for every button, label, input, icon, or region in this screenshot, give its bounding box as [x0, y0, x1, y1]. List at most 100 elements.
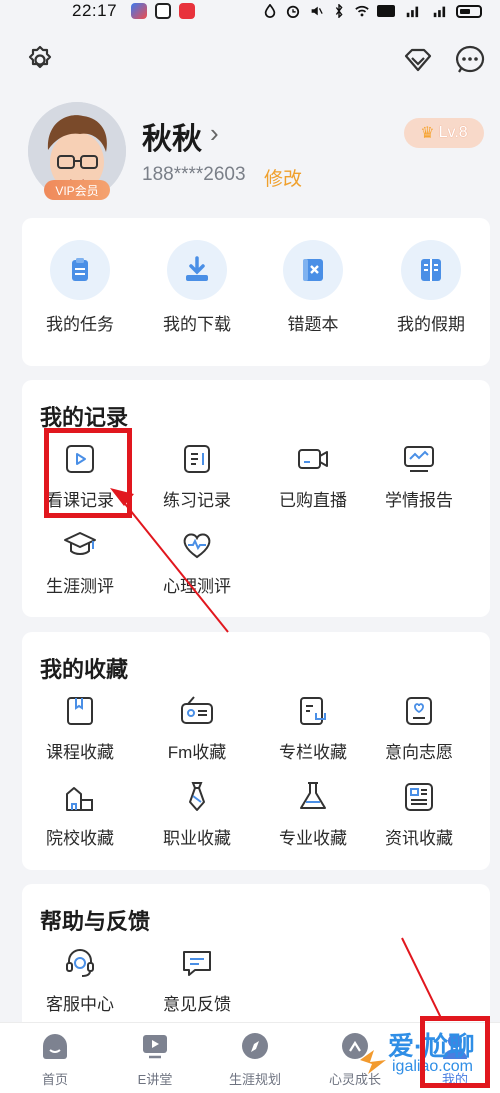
signal-4g-icon [433, 6, 446, 18]
level-badge[interactable]: ♛ Lv.8 [404, 118, 484, 148]
help-item-feedback[interactable]: 意见反馈 [142, 946, 252, 1015]
status-app-icons [131, 3, 196, 19]
top-bar [0, 38, 500, 82]
battery-icon [456, 4, 482, 18]
favorite-item-label: 专业收藏 [279, 829, 347, 848]
nav-home[interactable]: 首页 [10, 1031, 100, 1088]
quick-item-label: 我的下载 [163, 315, 231, 334]
record-item-label: 已购直播 [279, 491, 347, 510]
favorite-item-label: Fm收藏 [167, 743, 227, 762]
grad-cap-icon [64, 532, 96, 555]
help-item-service[interactable]: 客服中心 [25, 946, 135, 1015]
record-item-practice[interactable]: 练习记录 [142, 442, 252, 511]
diamond-icon[interactable] [402, 44, 434, 76]
favorite-item-label: 资讯收藏 [385, 829, 453, 848]
record-item-label: 生涯测评 [46, 577, 114, 596]
download-icon [167, 240, 227, 300]
monitor-chart-icon [404, 446, 434, 472]
signal-5g-icon [406, 6, 419, 18]
annotation-highlight-record [44, 428, 132, 518]
favorite-item-column[interactable]: 专栏收藏 [258, 694, 368, 763]
bookmark-book-icon [67, 697, 93, 725]
favorite-item-intent[interactable]: 意向志愿 [364, 694, 474, 763]
hd-icon [377, 5, 395, 17]
holiday-book-icon [401, 240, 461, 300]
quick-item-downloads[interactable]: 我的下载 [142, 240, 252, 335]
nav-label: E讲堂 [137, 1072, 173, 1087]
chevron-right-icon[interactable]: › [210, 118, 219, 149]
news-icon [405, 783, 433, 811]
favorite-item-label: 院校收藏 [46, 829, 114, 848]
quick-access-card: 我的任务 我的下载 错题本 我的假期 [22, 218, 490, 366]
favorite-item-major[interactable]: 专业收藏 [258, 780, 368, 849]
status-time: 22:17 [72, 1, 118, 20]
clipboard-icon [50, 240, 110, 300]
nav-e-lecture[interactable]: E讲堂 [110, 1031, 200, 1088]
column-doc-icon [300, 697, 326, 725]
favorites-card: 我的收藏 课程收藏 Fm收藏 专栏收藏 意向志愿 院校收藏 职业收藏 专业收藏 … [22, 632, 490, 870]
annotation-highlight-mine [420, 1016, 490, 1088]
phone-number: 188****2603 [142, 164, 246, 185]
help-item-label: 意见反馈 [163, 995, 231, 1014]
alarm-icon [286, 5, 300, 18]
school-icon [66, 787, 93, 811]
record-item-label: 练习记录 [163, 491, 231, 510]
heart-doc-icon [406, 697, 432, 725]
nav-career[interactable]: 生涯规划 [210, 1031, 300, 1088]
favorite-item-school[interactable]: 院校收藏 [25, 780, 135, 849]
record-item-psych[interactable]: 心理测评 [142, 528, 252, 597]
help-card: 帮助与反馈 客服中心 意见反馈 [22, 884, 490, 1034]
video-play-icon [143, 1035, 167, 1059]
flask-icon [300, 782, 326, 809]
quick-item-label: 我的任务 [46, 315, 114, 334]
record-item-live[interactable]: 已购直播 [258, 442, 368, 511]
status-bar: 22:17 [0, 0, 500, 22]
edit-phone-link[interactable]: 修改 [264, 164, 302, 191]
record-item-label: 学情报告 [385, 491, 453, 510]
error-book-icon [283, 240, 343, 300]
quick-item-error-book[interactable]: 错题本 [258, 240, 368, 335]
favorite-item-course[interactable]: 课程收藏 [25, 694, 135, 763]
crown-icon: ♛ [420, 125, 435, 142]
message-icon[interactable] [454, 44, 486, 76]
quick-item-tasks[interactable]: 我的任务 [25, 240, 135, 335]
status-indicators [262, 4, 482, 18]
taobao-icon [155, 3, 172, 19]
favorite-item-label: 课程收藏 [46, 743, 114, 762]
favorites-title: 我的收藏 [40, 657, 129, 682]
favorite-item-label: 职业收藏 [163, 829, 231, 848]
camera-icon [298, 449, 328, 469]
quick-item-label: 我的假期 [397, 315, 465, 334]
vip-badge: VIP会员 [44, 180, 110, 200]
radio-icon [181, 696, 213, 724]
level-text: Lv.8 [438, 124, 468, 141]
headset-icon [66, 949, 94, 977]
nav-label: 首页 [41, 1072, 68, 1087]
record-item-career[interactable]: 生涯测评 [25, 528, 135, 597]
chat-feedback-icon [183, 951, 211, 976]
heart-pulse-icon [183, 533, 211, 559]
home-icon [43, 1034, 67, 1059]
location-icon [264, 4, 276, 18]
notification-app-icon [131, 3, 148, 19]
compass-icon [242, 1033, 268, 1059]
mute-icon [311, 6, 323, 16]
favorite-item-fm[interactable]: Fm收藏 [142, 694, 252, 763]
settings-icon[interactable] [24, 44, 56, 76]
favorite-item-label: 意向志愿 [385, 743, 453, 762]
tie-icon [189, 782, 205, 811]
wifi-icon [355, 5, 369, 17]
red-app-icon [179, 3, 196, 19]
practice-icon [184, 445, 210, 473]
nav-label: 生涯规划 [228, 1072, 281, 1087]
favorite-item-news[interactable]: 资讯收藏 [364, 780, 474, 849]
help-item-label: 客服中心 [46, 995, 114, 1014]
favorite-item-career[interactable]: 职业收藏 [142, 780, 252, 849]
favorite-item-label: 专栏收藏 [279, 743, 347, 762]
record-item-report[interactable]: 学情报告 [364, 442, 474, 511]
quick-item-label: 错题本 [287, 315, 339, 334]
help-title: 帮助与反馈 [40, 909, 151, 934]
bluetooth-icon [335, 4, 343, 18]
quick-item-holiday[interactable]: 我的假期 [376, 240, 486, 335]
user-name[interactable]: 秋秋 [142, 114, 202, 158]
